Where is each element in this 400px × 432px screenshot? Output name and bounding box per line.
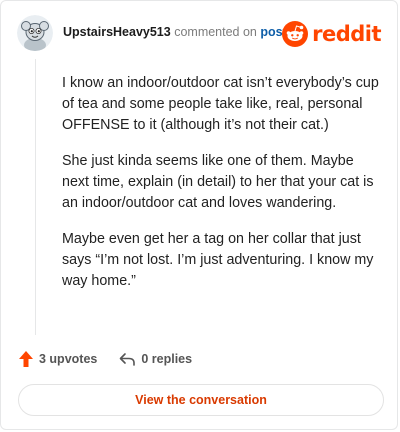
action-text: commented on	[174, 25, 257, 39]
comment-card: UpstairsHeavy513 commented on post reddi…	[0, 0, 398, 430]
upvote-arrow-icon[interactable]	[18, 350, 34, 368]
reddit-logo-text: reddit	[312, 22, 381, 46]
reddit-logo[interactable]: reddit	[282, 19, 381, 49]
view-conversation-button[interactable]: View the conversation	[18, 384, 384, 416]
comment-meta: UpstairsHeavy513 commented on post	[63, 25, 287, 39]
comment-paragraph: I know an indoor/outdoor cat isn’t every…	[62, 75, 379, 133]
comment-paragraph: Maybe even get her a tag on her collar t…	[62, 231, 374, 289]
comment-body: I know an indoor/outdoor cat isn’t every…	[62, 73, 384, 307]
username[interactable]: UpstairsHeavy513	[63, 25, 171, 39]
comment-footer: 3 upvotes 0 replies	[18, 348, 192, 370]
comment-header: UpstairsHeavy513 commented on post reddi…	[17, 15, 381, 53]
reddit-logo-icon	[282, 21, 309, 47]
thread-line	[35, 59, 36, 335]
comment-paragraph: She just kinda seems like one of them. M…	[62, 153, 374, 211]
upvote-count: 3 upvotes	[39, 352, 98, 366]
user-avatar-icon[interactable]	[17, 15, 53, 51]
reply-count: 0 replies	[141, 352, 193, 366]
reply-arrow-icon[interactable]	[119, 352, 136, 366]
